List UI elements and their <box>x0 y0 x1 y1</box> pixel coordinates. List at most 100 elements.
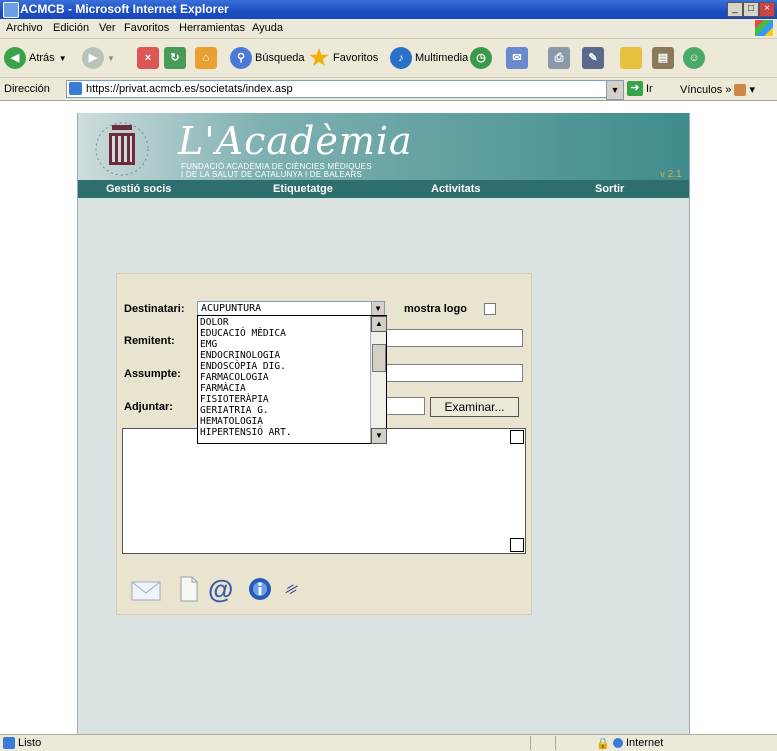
list-item[interactable]: GERIATRIA G. <box>200 405 269 416</box>
back-label: Atrás <box>29 52 55 64</box>
menu-ayuda[interactable]: Ayuda <box>252 22 283 34</box>
forward-arrow-icon: ▶ <box>82 47 104 69</box>
list-item[interactable]: HIPERTENSIÓ ART. <box>200 427 292 438</box>
menu-ver[interactable]: Ver <box>99 22 116 34</box>
refresh-icon: ↻ <box>164 47 186 69</box>
search-icon: ⚲ <box>230 47 252 69</box>
research-button[interactable]: ▤ <box>652 45 677 71</box>
attachment-icon[interactable]: ⌯ <box>280 576 303 601</box>
edit-button[interactable]: ✎ <box>582 45 607 71</box>
zone-label: Internet <box>626 737 664 749</box>
list-item[interactable]: FARMACOLOGIA <box>200 372 269 383</box>
folder-button[interactable] <box>620 45 645 71</box>
home-button[interactable]: ⌂ <box>195 45 220 71</box>
page-viewport: L'Acadèmia FUNDACIÓ ACADÈMIA DE CIÈNCIES… <box>0 101 777 734</box>
academy-crest-icon <box>95 122 149 176</box>
envelope-icon[interactable] <box>131 580 161 602</box>
toolbar: ◀ Atrás ▼ ▶ ▼ × ↻ ⌂ ⚲ Búsqueda ★ Favorit… <box>0 39 777 78</box>
destinatari-dropdown-list[interactable]: DOLOR EDUCACIÓ MÈDICA EMG ENDOCRINOLOGIA… <box>197 315 387 444</box>
multimedia-icon: ♪ <box>390 47 412 69</box>
scroll-thumb[interactable] <box>372 344 386 372</box>
research-icon: ▤ <box>652 47 674 69</box>
nav-sortir[interactable]: Sortir <box>595 183 624 195</box>
title-bar: ACMCB - Microsoft Internet Explorer _ □ … <box>0 0 777 19</box>
internet-globe-icon <box>613 738 623 748</box>
assumpte-label: Assumpte: <box>124 368 181 380</box>
print-icon: ⎙ <box>548 47 570 69</box>
folder-icon <box>620 47 642 69</box>
status-text: Listo <box>18 737 42 749</box>
adjuntar-label: Adjuntar: <box>124 401 173 413</box>
scroll-up-icon[interactable]: ▲ <box>371 316 387 332</box>
address-dropdown-button[interactable]: ▼ <box>606 80 624 100</box>
go-arrow-icon[interactable]: ➜ <box>627 81 643 96</box>
site-subtitle-2: I DE LA SALUT DE CATALUNYA I DE BALEARS <box>181 170 363 179</box>
stop-button[interactable]: × <box>137 45 162 71</box>
list-item[interactable]: EDUCACIÓ MÈDICA <box>200 328 286 339</box>
list-item[interactable]: ENDOSCÒPIA DIG. <box>200 361 286 372</box>
messenger-button[interactable]: ☺ <box>683 45 708 71</box>
address-bar: Dirección https://privat.acmcb.es/societ… <box>0 78 777 101</box>
page-status-icon <box>3 737 15 749</box>
status-bar: Listo 🔒 Internet <box>0 734 777 751</box>
menu-edicion[interactable]: Edición <box>53 22 89 34</box>
nav-activitats[interactable]: Activitats <box>431 183 481 195</box>
links-button[interactable]: Vínculos » ▾ <box>680 83 755 97</box>
list-item[interactable]: FARMÀCIA <box>200 383 246 394</box>
go-button[interactable]: Ir <box>646 83 653 95</box>
forward-button[interactable]: ▶ ▼ <box>82 45 115 71</box>
maximize-button[interactable]: □ <box>743 2 759 17</box>
page-content: L'Acadèmia FUNDACIÓ ACADÈMIA DE CIÈNCIES… <box>77 113 690 734</box>
star-icon: ★ <box>309 45 329 70</box>
body-corner-bottom <box>510 538 524 552</box>
address-input[interactable]: https://privat.acmcb.es/societats/index.… <box>66 80 608 98</box>
chevron-down-icon: ▼ <box>58 53 67 63</box>
mostra-logo-label: mostra logo <box>404 303 467 315</box>
stop-icon: × <box>137 47 159 69</box>
address-url: https://privat.acmcb.es/societats/index.… <box>86 83 293 95</box>
info-icon[interactable] <box>248 577 272 601</box>
site-banner: L'Acadèmia FUNDACIÓ ACADÈMIA DE CIÈNCIES… <box>78 113 689 180</box>
destinatari-value: ACUPUNTURA <box>201 303 262 314</box>
close-button[interactable]: × <box>759 2 775 17</box>
lock-icon: 🔒 <box>596 738 610 750</box>
status-divider <box>530 736 531 750</box>
menu-archivo[interactable]: Archivo <box>6 22 43 34</box>
favorites-label: Favoritos <box>333 52 379 64</box>
menu-favoritos[interactable]: Favoritos <box>124 22 169 34</box>
scroll-down-icon[interactable]: ▼ <box>371 428 387 444</box>
history-button[interactable]: ◷ <box>470 45 495 71</box>
multimedia-label: Multimedia <box>415 52 469 64</box>
edit-icon: ✎ <box>582 47 604 69</box>
chevron-down-icon[interactable]: ▼ <box>371 302 384 316</box>
mail-icon: ✉ <box>506 47 528 69</box>
list-item[interactable]: EMG <box>200 339 217 350</box>
messenger-icon: ☺ <box>683 47 705 69</box>
nav-gestio-socis[interactable]: Gestió socis <box>106 183 171 195</box>
new-document-icon[interactable] <box>179 576 199 602</box>
search-label: Búsqueda <box>255 52 305 64</box>
list-item[interactable]: DOLOR <box>200 317 229 328</box>
destinatari-label: Destinatari: <box>124 303 185 315</box>
mostra-logo-checkbox[interactable] <box>484 303 496 315</box>
mail-button[interactable]: ✉ <box>506 45 531 71</box>
back-button[interactable]: ◀ Atrás ▼ <box>4 45 67 71</box>
history-icon: ◷ <box>470 47 492 69</box>
list-item[interactable]: FISIOTERÀPIA <box>200 394 269 405</box>
menu-herramientas[interactable]: Herramientas <box>179 22 245 34</box>
favorites-button[interactable]: ★ Favoritos <box>308 45 378 71</box>
message-body-textarea[interactable] <box>122 428 526 554</box>
minimize-button[interactable]: _ <box>727 2 743 17</box>
list-item[interactable]: ENDOCRINOLOGIA <box>200 350 280 361</box>
refresh-button[interactable]: ↻ <box>164 45 189 71</box>
home-icon: ⌂ <box>195 47 217 69</box>
multimedia-button[interactable]: ♪ Multimedia <box>390 45 468 71</box>
page-icon <box>69 82 82 95</box>
browse-button[interactable]: Examinar... <box>430 397 519 417</box>
at-sign-icon[interactable]: @ <box>208 574 233 605</box>
print-button[interactable]: ⎙ <box>548 45 573 71</box>
nav-etiquetatge[interactable]: Etiquetatge <box>273 183 333 195</box>
search-button[interactable]: ⚲ Búsqueda <box>230 45 305 71</box>
list-item[interactable]: HEMATOLOGIA <box>200 416 263 427</box>
dropdown-scrollbar[interactable]: ▲ ▼ <box>370 316 387 444</box>
